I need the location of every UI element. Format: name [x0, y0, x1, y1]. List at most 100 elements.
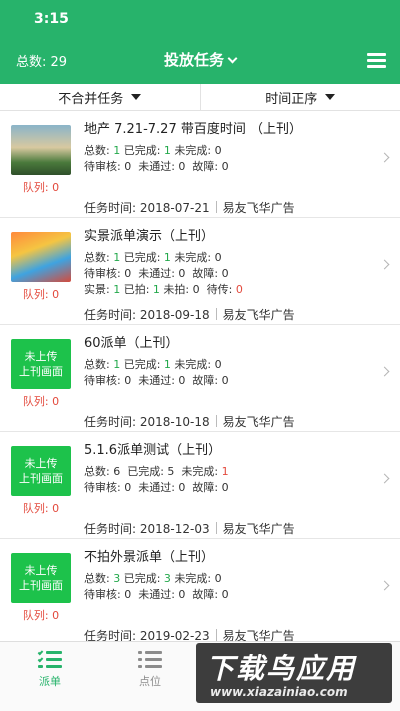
stat-text: 未完成: 0 [170, 144, 222, 157]
task-content: 不拍外景派单（上刊） 总数: 3 已完成: 3 未完成: 0 待审核: 0 未通过:… [84, 547, 376, 641]
list-icon [138, 650, 162, 670]
task-stats-row: 总数: 1 已完成: 1 未完成: 0 [84, 250, 376, 266]
stat-text: 未完成: 0 [170, 358, 222, 371]
task-list: 队列: 0 地产 7.21-7.27 带百度时间 （上刊） 总数: 1 已完成: 1… [0, 111, 400, 641]
sort-order-dropdown[interactable]: 时间正序 [199, 84, 400, 110]
page-title: 投放任务 [163, 51, 224, 69]
checklist-icon [37, 649, 62, 670]
stat-value: 1 [221, 465, 229, 478]
task-stats-row: 待审核: 0 未通过: 0 故障: 0 [84, 266, 376, 282]
task-type-dropdown[interactable]: 投放任务 [0, 49, 400, 70]
no-artwork-placeholder: 未上传 上刊画面 [11, 553, 71, 603]
stat-value: 1 [163, 251, 171, 264]
task-time: 任务时间: 2019-02-23 [84, 629, 210, 641]
task-meta: 任务时间: 2019-02-23 易友飞华广告 [84, 627, 295, 641]
merge-filter-label: 不合并任务 [58, 91, 124, 107]
task-list-item[interactable]: 未上传上刊画面队列: 0 5.1.6派单测试（上刊） 总数: 6 已完成: 5 未完… [0, 432, 400, 539]
task-title: 60派单（上刊） [84, 336, 179, 351]
task-stats-row: 总数: 6 已完成: 5 未完成: 1 [84, 464, 376, 480]
chevron-right-icon [379, 580, 390, 591]
task-time: 任务时间: 2018-12-03 [84, 522, 210, 536]
tab-points[interactable]: 点位 [120, 650, 180, 689]
task-meta: 任务时间: 2018-07-21 易友飞华广告 [84, 199, 295, 216]
no-artwork-placeholder: 未上传 上刊画面 [11, 339, 71, 389]
queue-count: 队列: 0 [22, 181, 60, 194]
task-title: 实景派单演示（上刊） [84, 229, 215, 244]
stat-text: 总数: 6 已完成: 5 未完成: [84, 465, 222, 478]
task-list-item[interactable]: 未上传 上刊画面队列: 0 不拍外景派单（上刊） 总数: 3 已完成: 3 未完成: … [0, 539, 400, 641]
watermark-url: www.xiazainiao.com [210, 685, 348, 699]
task-stats-row: 总数: 1 已完成: 1 未完成: 0 [84, 357, 376, 373]
tab-points-label: 点位 [139, 675, 161, 688]
stat-text: 待审核: 0 未通过: 0 故障: 0 [84, 374, 229, 387]
task-time: 任务时间: 2018-09-18 [84, 308, 210, 322]
task-thumbnail [11, 232, 71, 282]
placeholder-line-1: 未上传 [24, 457, 58, 470]
company-name: 易友飞华广告 [222, 522, 295, 536]
divider [215, 522, 217, 534]
task-time: 任务时间: 2018-07-21 [84, 201, 210, 215]
stat-text: 未拍: 0 待传: [159, 283, 236, 296]
stat-text: 总数: [84, 358, 114, 371]
stat-value: 1 [163, 144, 171, 157]
company-name: 易友飞华广告 [222, 415, 295, 429]
stat-value: 1 [163, 358, 171, 371]
tab-dispatch-label: 派单 [39, 675, 61, 688]
task-list-item[interactable]: 未上传 上刊画面队列: 0 60派单（上刊） 总数: 1 已完成: 1 未完成: 0待… [0, 325, 400, 432]
watermark-logo: 下载鸟应用 www.xiazainiao.com [196, 643, 392, 703]
status-bar: 3:15 [0, 0, 400, 38]
queue-count: 队列: 0 [22, 609, 60, 622]
stat-text: 总数: [84, 251, 114, 264]
tab-dispatch[interactable]: 派单 [20, 649, 80, 689]
stat-text: 实景: [84, 283, 114, 296]
task-stats-row: 待审核: 0 未通过: 0 故障: 0 [84, 480, 376, 496]
stat-text: 已完成: [120, 251, 164, 264]
task-stats-row: 实景: 1 已拍: 1 未拍: 0 待传: 0 [84, 282, 376, 298]
stat-text: 待审核: 0 未通过: 0 故障: 0 [84, 481, 229, 494]
queue-count: 队列: 0 [22, 395, 60, 408]
company-name: 易友飞华广告 [222, 308, 295, 322]
divider [215, 415, 217, 427]
stat-text: 待审核: 0 未通过: 0 故障: 0 [84, 160, 229, 173]
queue-count: 队列: 0 [22, 288, 60, 301]
caret-down-icon [325, 94, 336, 100]
task-list-item[interactable]: 队列: 0 地产 7.21-7.27 带百度时间 （上刊） 总数: 1 已完成: 1… [0, 111, 400, 218]
divider [215, 629, 217, 641]
stat-text: 待审核: 0 未通过: 0 故障: 0 [84, 588, 229, 601]
task-content: 实景派单演示（上刊） 总数: 1 已完成: 1 未完成: 0 待审核: 0 未通过:… [84, 226, 376, 322]
task-stats-row: 总数: 1 已完成: 1 未完成: 0 [84, 143, 376, 159]
chevron-right-icon [379, 152, 390, 163]
task-title: 5.1.6派单测试（上刊） [84, 443, 222, 458]
placeholder-line-2: 上刊画面 [19, 472, 63, 485]
task-list-item[interactable]: 队列: 0 实景派单演示（上刊） 总数: 1 已完成: 1 未完成: 0 待审核: 0… [0, 218, 400, 325]
nav-bar: 总数: 29 投放任务 [0, 38, 400, 84]
task-meta: 任务时间: 2018-09-18 易友飞华广告 [84, 306, 295, 323]
no-artwork-placeholder: 未上传 上刊画面 [11, 446, 71, 496]
merge-filter-dropdown[interactable]: 不合并任务 [0, 84, 200, 110]
chevron-right-icon [379, 259, 390, 270]
filter-bar: 不合并任务 时间正序 [0, 84, 400, 111]
hamburger-menu-icon[interactable] [367, 53, 386, 68]
stat-text: 已完成: [120, 572, 164, 585]
stat-text: 未完成: 0 [170, 251, 222, 264]
placeholder-line-2: 上刊画面 [19, 365, 63, 378]
stat-text: 已完成: [120, 144, 164, 157]
placeholder-line-1: 未上传 [24, 564, 58, 577]
status-time: 3:15 [34, 11, 69, 27]
watermark-title: 下载鸟应用 [206, 652, 357, 685]
chevron-down-icon [227, 53, 238, 64]
stat-text: 总数: [84, 572, 114, 585]
stat-text: 待审核: 0 未通过: 0 故障: 0 [84, 267, 229, 280]
queue-count: 队列: 0 [22, 502, 60, 515]
task-meta: 任务时间: 2018-12-03 易友飞华广告 [84, 520, 295, 537]
task-content: 5.1.6派单测试（上刊） 总数: 6 已完成: 5 未完成: 1 待审核: 0 未… [84, 440, 376, 536]
task-stats-row: 待审核: 0 未通过: 0 故障: 0 [84, 587, 376, 603]
divider [215, 308, 217, 320]
stat-value: 1 [152, 283, 160, 296]
caret-down-icon [131, 94, 142, 100]
task-meta: 任务时间: 2018-10-18 易友飞华广告 [84, 413, 295, 430]
task-stats-row: 待审核: 0 未通过: 0 故障: 0 [84, 373, 376, 389]
app-header: 3:15 总数: 29 投放任务 [0, 0, 400, 84]
sort-order-label: 时间正序 [265, 91, 318, 107]
company-name: 易友飞华广告 [222, 629, 295, 641]
